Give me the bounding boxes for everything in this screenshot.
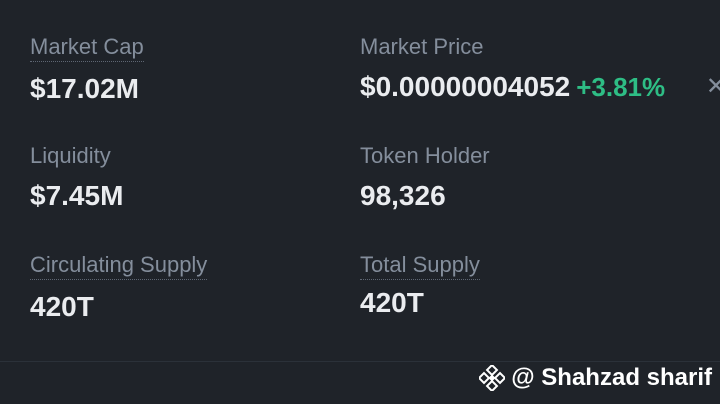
watermark-text: @ Shahzad sharif bbox=[511, 364, 712, 391]
market-price-row: $0.00000004052 +3.81% bbox=[360, 70, 665, 104]
circulating-supply-label[interactable]: Circulating Supply bbox=[30, 252, 208, 280]
token-holder-label: Token Holder bbox=[360, 143, 490, 168]
token-holder-stat: Token Holder 98,326 bbox=[360, 143, 490, 213]
market-price-value: $0.00000004052 bbox=[360, 71, 571, 102]
circulating-supply-stat: Circulating Supply 420T bbox=[30, 252, 208, 324]
market-cap-stat: Market Cap $17.02M bbox=[30, 34, 144, 106]
liquidity-label: Liquidity bbox=[30, 143, 111, 168]
circulating-supply-value: 420T bbox=[30, 291, 94, 322]
close-icon[interactable]: ✕ bbox=[706, 72, 720, 101]
token-holder-value: 98,326 bbox=[360, 180, 446, 211]
watermark: @ Shahzad sharif bbox=[479, 362, 712, 394]
total-supply-label[interactable]: Total Supply bbox=[360, 252, 480, 280]
market-cap-value: $17.02M bbox=[30, 73, 139, 104]
market-cap-label[interactable]: Market Cap bbox=[30, 34, 144, 62]
total-supply-value: 420T bbox=[360, 287, 424, 318]
market-price-label: Market Price bbox=[360, 34, 484, 59]
liquidity-stat: Liquidity $7.45M bbox=[30, 143, 123, 213]
market-price-stat: Market Price $0.00000004052 +3.81% bbox=[360, 34, 665, 104]
total-supply-stat: Total Supply 420T bbox=[360, 252, 480, 320]
liquidity-value: $7.45M bbox=[30, 180, 124, 211]
price-change-badge: +3.81% bbox=[576, 72, 666, 102]
token-stats-panel: Market Cap $17.02M Market Price $0.00000… bbox=[0, 0, 720, 404]
binance-logo-icon bbox=[479, 365, 506, 391]
